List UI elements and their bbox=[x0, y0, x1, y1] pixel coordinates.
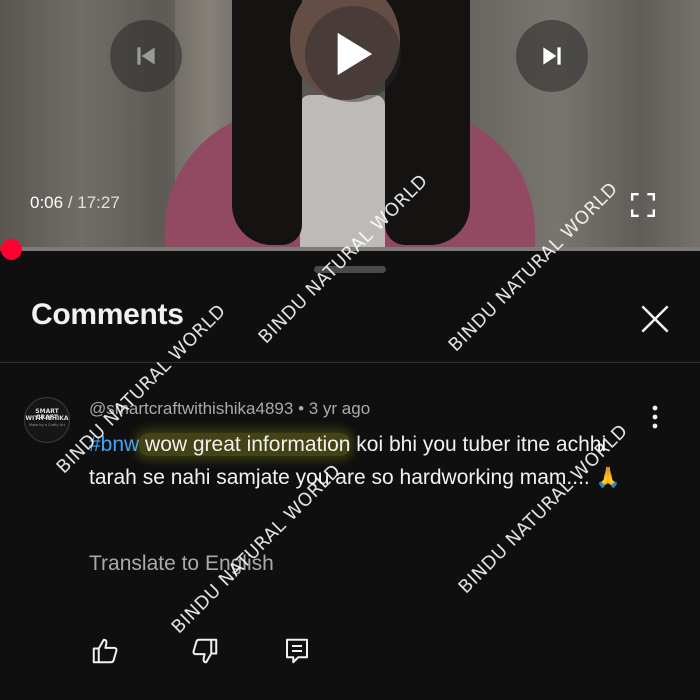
progress-track[interactable] bbox=[0, 247, 700, 251]
avatar-text: Make by a Crafty Art bbox=[29, 423, 65, 427]
folded-hands-emoji: 🙏 bbox=[595, 467, 621, 489]
translate-button[interactable]: Translate to English bbox=[89, 552, 274, 576]
current-time: 0:06 bbox=[30, 193, 64, 212]
video-player[interactable]: 0:06 / 17:27 bbox=[0, 0, 700, 250]
hashtag-link[interactable]: #bnw bbox=[89, 433, 139, 456]
more-vert-icon[interactable] bbox=[643, 402, 667, 432]
close-icon[interactable] bbox=[636, 300, 674, 338]
divider bbox=[0, 362, 700, 363]
thumb-up-icon[interactable] bbox=[90, 636, 120, 666]
play-button[interactable] bbox=[305, 6, 401, 102]
thumb-down-icon[interactable] bbox=[190, 636, 220, 666]
previous-button[interactable] bbox=[110, 20, 182, 92]
highlighted-text: wow great information bbox=[139, 433, 351, 456]
comment-meta: @smartcraftwithishika4893 • 3 yr ago bbox=[89, 399, 370, 419]
avatar-text: WITH ISHIKA bbox=[25, 415, 69, 422]
panel-title: Comments bbox=[31, 298, 184, 331]
comment-author[interactable]: @smartcraftwithishika4893 bbox=[89, 399, 293, 418]
skip-previous-icon bbox=[137, 47, 155, 65]
time-display: 0:06 / 17:27 bbox=[30, 193, 120, 213]
comment-age: 3 yr ago bbox=[308, 399, 371, 418]
comment-body: #bnw wow great information koi bhi you t… bbox=[89, 428, 629, 495]
next-button[interactable] bbox=[516, 20, 588, 92]
drag-handle[interactable] bbox=[314, 266, 386, 273]
progress-scrubber[interactable] bbox=[1, 239, 22, 260]
comment-icon[interactable] bbox=[282, 636, 312, 666]
meta-separator: • bbox=[293, 399, 309, 418]
play-icon bbox=[337, 32, 373, 76]
skip-next-icon bbox=[543, 47, 561, 65]
duration: 17:27 bbox=[77, 193, 120, 212]
time-separator: / bbox=[63, 193, 78, 212]
avatar[interactable]: SMART CRAFT WITH ISHIKA Make by a Crafty… bbox=[24, 397, 70, 443]
fullscreen-icon[interactable] bbox=[630, 192, 656, 218]
